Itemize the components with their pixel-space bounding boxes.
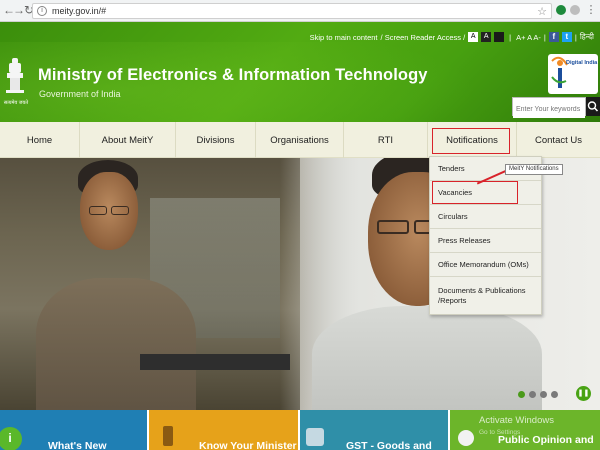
dropdown-item-office-memorandum[interactable]: Office Memorandum (OMs) (430, 253, 541, 277)
tile-gst[interactable]: GST - Goods and (300, 410, 448, 450)
carousel-dot[interactable] (540, 391, 547, 398)
nav-item-home[interactable]: Home (0, 122, 80, 158)
tile-whats-new[interactable]: i What's New (0, 410, 147, 450)
extension-icon[interactable] (556, 5, 566, 15)
twitter-icon[interactable]: t (561, 32, 572, 42)
digital-india-logo[interactable]: Digital India (548, 54, 598, 94)
people-icon (458, 430, 474, 446)
speaker-glasses-left (111, 206, 129, 215)
carousel-pause-button[interactable]: ❚❚ (576, 386, 591, 401)
contrast-swatch[interactable] (494, 32, 505, 42)
font-size-controls[interactable]: A+ A A- (516, 33, 541, 42)
search-button[interactable] (586, 97, 600, 116)
nav-item-organisations[interactable]: Organisations (256, 122, 344, 158)
main-navigation: Home About MeitY Divisions Organisations… (0, 122, 600, 158)
dropdown-item-documents-publications[interactable]: Documents & Publications /Reports (430, 277, 541, 314)
menu-kebab-icon[interactable]: ⋮ (584, 3, 598, 18)
tile-know-your-minister[interactable]: Know Your Minister (149, 410, 298, 450)
page-subtitle: Government of India (39, 89, 121, 99)
pause-icon: ❚❚ (577, 390, 590, 397)
search-field[interactable] (512, 97, 586, 118)
vacancies-highlight-box (432, 181, 518, 204)
search-icon (587, 101, 599, 112)
windows-activation-watermark: Activate Windows (479, 415, 554, 426)
search-input[interactable] (513, 101, 585, 118)
contrast-dark-button[interactable]: A (481, 32, 492, 42)
tile-label: Know Your Minister (199, 440, 297, 450)
notifications-highlight-box (432, 128, 510, 154)
tile-label: What's New (48, 440, 107, 450)
dropdown-item-circulars[interactable]: Circulars (430, 205, 541, 229)
bookmark-star-icon[interactable]: ☆ (537, 5, 547, 18)
skip-to-main-link[interactable]: Skip to main content (310, 33, 378, 42)
speaker-glasses-right (377, 220, 409, 234)
browser-toolbar: ← → ↻ i meity.gov.in/# ☆ ⋮ (0, 0, 600, 22)
carousel-dot[interactable] (551, 391, 558, 398)
national-emblem-icon (6, 58, 24, 93)
site-header: Skip to main content / Screen Reader Acc… (0, 22, 600, 122)
logo-text: Digital India (566, 60, 598, 66)
tooltip: MeitY Notifications (505, 164, 563, 175)
nav-item-rti[interactable]: RTI (344, 122, 428, 158)
address-url: meity.gov.in/# (52, 6, 107, 16)
facebook-icon[interactable]: f (548, 32, 559, 42)
nav-item-contact-us[interactable]: Contact Us (517, 122, 600, 158)
utility-bar: Skip to main content / Screen Reader Acc… (309, 32, 594, 42)
nav-item-divisions[interactable]: Divisions (176, 122, 256, 158)
speaker-figure-right (312, 306, 542, 410)
nav-item-about-meity[interactable]: About MeitY (80, 122, 176, 158)
page-title[interactable]: Ministry of Electronics & Information Te… (38, 66, 428, 85)
podium-microphone (140, 354, 290, 370)
windows-activation-subtext: Go to Settings (479, 429, 521, 436)
emblem-caption: सत्यमेव जयते (3, 100, 29, 106)
info-icon: i (0, 427, 22, 450)
address-bar[interactable]: i meity.gov.in/# ☆ (32, 3, 552, 19)
contrast-light-button[interactable]: A (468, 32, 479, 42)
carousel-indicators (518, 391, 558, 398)
speaker-figure-left (36, 278, 196, 410)
gst-icon (306, 428, 324, 446)
info-icon[interactable]: i (37, 6, 47, 16)
tile-label: GST - Goods and (346, 440, 432, 450)
dropdown-item-press-releases[interactable]: Press Releases (430, 229, 541, 253)
speaker-glasses-left (89, 206, 107, 215)
hindi-language-link[interactable]: हिन्दी (580, 32, 594, 42)
carousel-dot[interactable] (529, 391, 536, 398)
emblem-icon (163, 426, 173, 446)
extension-icon[interactable] (570, 5, 580, 15)
carousel-dot[interactable] (518, 391, 525, 398)
screen-reader-link[interactable]: / Screen Reader Access / (381, 33, 466, 42)
